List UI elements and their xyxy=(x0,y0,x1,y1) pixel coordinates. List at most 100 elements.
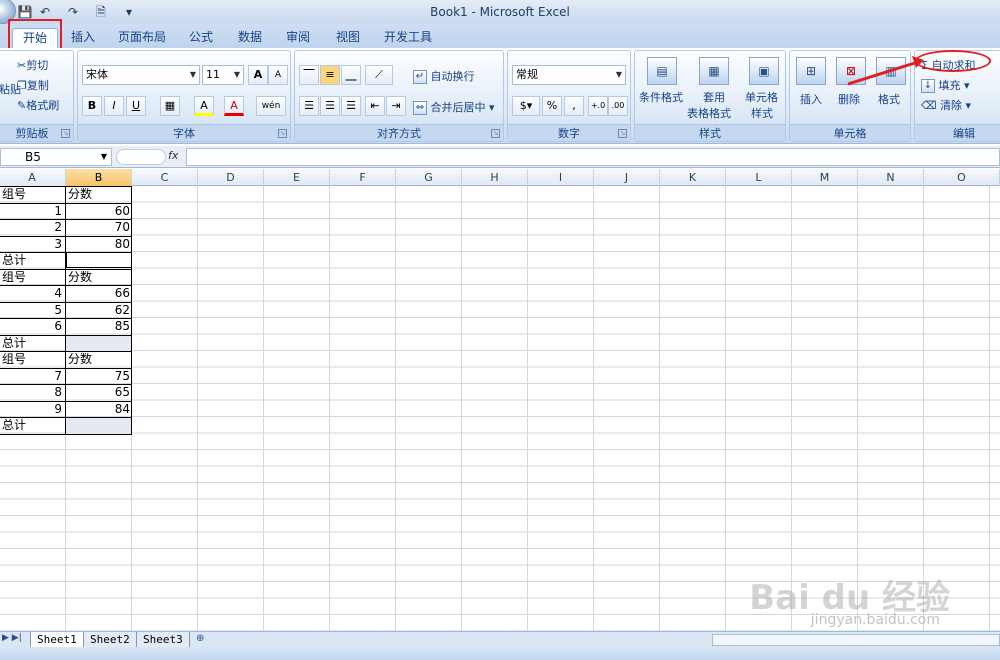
fill-color-button[interactable]: A xyxy=(194,96,214,116)
format-cells-button[interactable]: 格式 xyxy=(878,91,900,107)
sheet-tab-1[interactable]: Sheet1 xyxy=(30,632,84,648)
column-header-j[interactable]: J xyxy=(594,169,660,186)
column-header-d[interactable]: D xyxy=(198,169,264,186)
decrease-decimal-button[interactable]: .00 xyxy=(608,96,628,116)
tab-page-layout[interactable]: 页面布局 xyxy=(112,28,172,48)
align-bottom-icon[interactable]: ⎽ xyxy=(341,65,361,85)
cell-a4[interactable]: 3 xyxy=(2,236,64,252)
cut-button[interactable]: ✂剪切 xyxy=(17,57,48,73)
column-header-f[interactable]: F xyxy=(330,169,396,186)
italic-button[interactable]: I xyxy=(104,96,124,116)
currency-icon[interactable]: $▾ xyxy=(512,96,540,116)
cell-a5[interactable]: 总计 xyxy=(2,252,64,268)
decrease-indent-icon[interactable]: ⇤ xyxy=(365,96,385,116)
font-size-select[interactable]: 11 ▼ xyxy=(202,65,244,85)
cell-a11[interactable]: 组号 xyxy=(2,351,64,367)
orientation-icon[interactable]: ⟋ xyxy=(365,65,393,85)
wrap-text-button[interactable]: ↵ 自动换行 xyxy=(413,68,475,84)
percent-button[interactable]: % xyxy=(542,96,562,116)
cell-a6[interactable]: 组号 xyxy=(2,269,64,285)
column-header-i[interactable]: I xyxy=(528,169,594,186)
tab-insert[interactable]: 插入 xyxy=(64,28,102,48)
column-header-g[interactable]: G xyxy=(396,169,462,186)
align-right-icon[interactable]: ☰ xyxy=(341,96,361,116)
cell-a7[interactable]: 4 xyxy=(2,285,64,301)
column-header-n[interactable]: N xyxy=(858,169,924,186)
column-header-o[interactable]: O xyxy=(924,169,1000,186)
copy-button[interactable]: ❐复制 xyxy=(17,77,49,93)
clipboard-launcher-icon[interactable]: ↘ xyxy=(61,129,70,138)
cell-a15[interactable]: 总计 xyxy=(2,417,64,433)
cell-a3[interactable]: 2 xyxy=(2,219,64,235)
conditional-format-button[interactable]: 条件格式 xyxy=(639,89,683,105)
increase-indent-icon[interactable]: ⇥ xyxy=(386,96,406,116)
alignment-launcher-icon[interactable]: ↘ xyxy=(491,129,500,138)
insert-cells-icon[interactable]: ⊞ xyxy=(796,57,826,85)
tab-review[interactable]: 审阅 xyxy=(278,28,318,48)
cell-a1[interactable]: 组号 xyxy=(2,186,64,202)
cell-a14[interactable]: 9 xyxy=(2,401,64,417)
align-left-icon[interactable]: ☰ xyxy=(299,96,319,116)
sheet-tab-2[interactable]: Sheet2 xyxy=(83,632,137,648)
font-color-button[interactable]: A xyxy=(224,96,244,116)
cell-b11[interactable]: 分数 xyxy=(68,351,132,367)
column-header-a[interactable]: A xyxy=(0,169,66,186)
cell-b9[interactable]: 85 xyxy=(66,318,132,334)
format-as-table-line2[interactable]: 表格格式 xyxy=(687,105,731,121)
cell-b7[interactable]: 66 xyxy=(66,285,132,301)
worksheet-grid[interactable]: 组号 分数 1 60 2 70 3 80 总计 组号 分数 4 66 5 62 6 85 总计 组号 分数 7 75 8 65… xyxy=(0,186,1000,631)
format-as-table-line1[interactable]: 套用 xyxy=(703,89,725,105)
tab-developer[interactable]: 开发工具 xyxy=(378,28,438,48)
align-middle-icon[interactable]: ≡ xyxy=(320,65,340,85)
bold-button[interactable]: B xyxy=(82,96,102,116)
tab-data[interactable]: 数据 xyxy=(230,28,270,48)
column-header-b[interactable]: B xyxy=(66,169,132,186)
shrink-font-button[interactable]: A xyxy=(268,65,288,85)
underline-button[interactable]: U xyxy=(126,96,146,116)
cell-b1[interactable]: 分数 xyxy=(68,186,132,202)
phonetic-button[interactable]: wén xyxy=(256,96,286,116)
formula-options[interactable] xyxy=(116,149,166,165)
column-header-h[interactable]: H xyxy=(462,169,528,186)
cell-a8[interactable]: 5 xyxy=(2,302,64,318)
column-header-c[interactable]: C xyxy=(132,169,198,186)
sheet-tab-3[interactable]: Sheet3 xyxy=(136,632,190,648)
tab-view[interactable]: 视图 xyxy=(328,28,368,48)
tab-formulas[interactable]: 公式 xyxy=(182,28,220,48)
cell-b6[interactable]: 分数 xyxy=(68,269,132,285)
cell-a13[interactable]: 8 xyxy=(2,384,64,400)
cell-b13[interactable]: 65 xyxy=(66,384,132,400)
cell-styles-line1[interactable]: 单元格 xyxy=(745,89,778,105)
delete-cells-button[interactable]: 删除 xyxy=(838,91,860,107)
cell-a9[interactable]: 6 xyxy=(2,318,64,334)
number-launcher-icon[interactable]: ↘ xyxy=(618,129,627,138)
cell-a12[interactable]: 7 xyxy=(2,368,64,384)
cell-b8[interactable]: 62 xyxy=(66,302,132,318)
cell-b3[interactable]: 70 xyxy=(66,219,132,235)
clear-button[interactable]: ⌫ 清除 ▾ xyxy=(921,97,971,113)
border-button[interactable]: ▦ xyxy=(160,96,180,116)
cell-styles-icon[interactable]: ▣ xyxy=(749,57,779,85)
cell-b15[interactable] xyxy=(66,417,132,433)
format-painter-button[interactable]: ✎格式刷 xyxy=(17,97,59,113)
column-header-k[interactable]: K xyxy=(660,169,726,186)
merge-center-button[interactable]: ⇔ 合并后居中 ▾ xyxy=(413,99,495,115)
insert-cells-button[interactable]: 插入 xyxy=(800,91,822,107)
cell-b4[interactable]: 80 xyxy=(66,236,132,252)
align-top-icon[interactable]: ⎺ xyxy=(299,65,319,85)
conditional-format-icon[interactable]: ▤ xyxy=(647,57,677,85)
number-format-select[interactable]: 常规 ▼ xyxy=(512,65,626,85)
insert-function-icon[interactable]: fx xyxy=(168,149,178,162)
cell-b5[interactable] xyxy=(66,252,132,268)
horizontal-scrollbar[interactable] xyxy=(712,634,1000,646)
cell-a2[interactable]: 1 xyxy=(2,203,64,219)
formula-input[interactable] xyxy=(186,148,1000,166)
cell-b2[interactable]: 60 xyxy=(66,203,132,219)
column-header-e[interactable]: E xyxy=(264,169,330,186)
comma-button[interactable]: , xyxy=(564,96,584,116)
format-as-table-icon[interactable]: ▦ xyxy=(699,57,729,85)
column-header-l[interactable]: L xyxy=(726,169,792,186)
cell-b14[interactable]: 84 xyxy=(66,401,132,417)
sheet-nav-first-icon[interactable]: ▶ ▶| xyxy=(2,633,22,643)
font-launcher-icon[interactable]: ↘ xyxy=(278,129,287,138)
